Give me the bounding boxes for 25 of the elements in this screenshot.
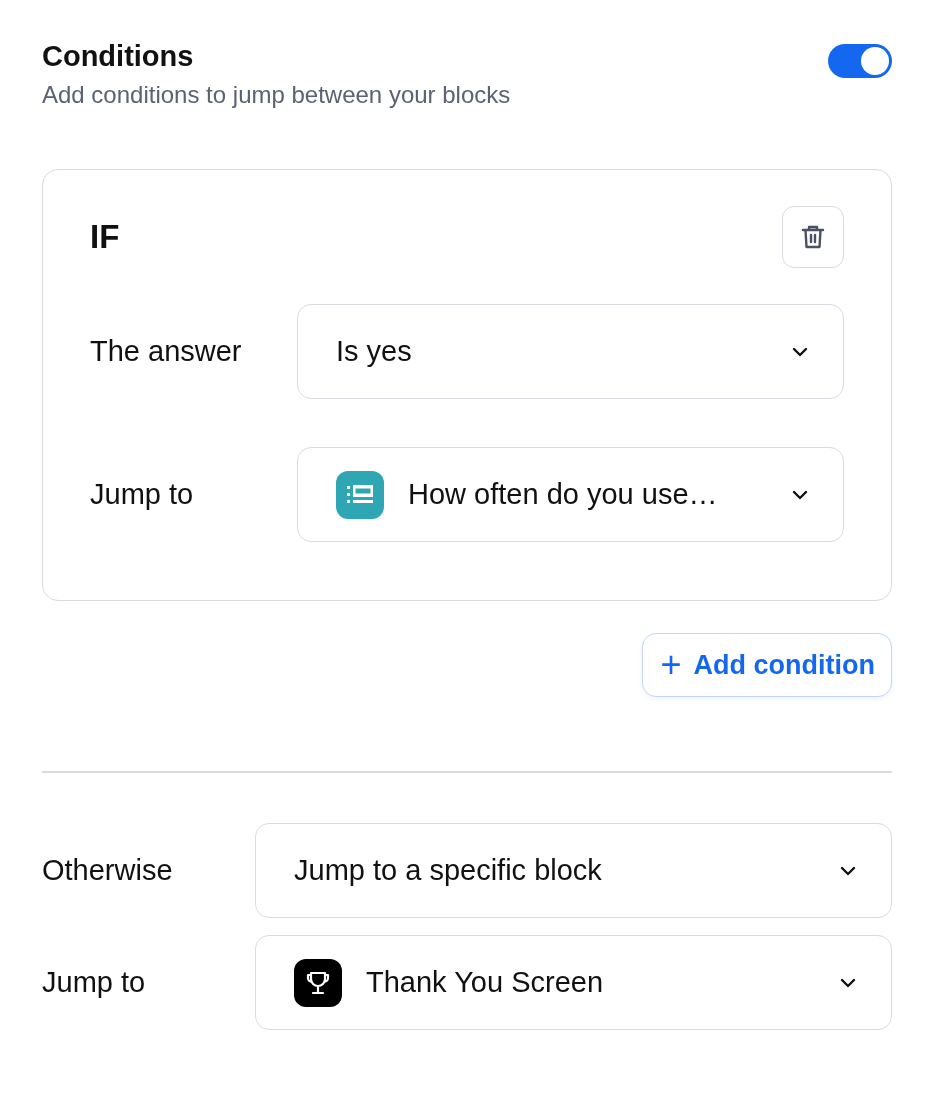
dropdown[interactable]: Jump to a specific block xyxy=(255,823,892,918)
chevron-down-icon xyxy=(791,488,809,501)
trophy-icon xyxy=(294,958,342,1007)
section-subtitle: Add conditions to jump between your blocks xyxy=(42,81,511,109)
add-condition-button[interactable]: + Add condition xyxy=(641,633,892,697)
field-label: Otherwise xyxy=(42,854,174,887)
dropdown[interactable]: How often do you use… xyxy=(297,447,844,542)
dropdown-value: Jump to a specific block xyxy=(294,854,603,887)
condition-heading: IF xyxy=(90,218,120,256)
field-label: Jump to xyxy=(90,478,195,511)
chevron-down-icon xyxy=(839,864,857,877)
toggle-switch[interactable] xyxy=(828,44,892,78)
trash-icon xyxy=(801,224,825,250)
list-icon xyxy=(336,470,384,519)
field-label: Jump to xyxy=(42,966,147,999)
dropdown-value: How often do you use… xyxy=(408,478,719,511)
delete-button[interactable] xyxy=(782,206,844,268)
chevron-down-icon xyxy=(839,976,857,989)
chevron-down-icon xyxy=(791,345,809,358)
dropdown[interactable]: Is yes xyxy=(297,304,844,399)
dropdown-value: Thank You Screen xyxy=(366,966,604,999)
dropdown-value: Is yes xyxy=(336,335,413,368)
section-title: Conditions xyxy=(42,40,195,73)
field-label: The answer xyxy=(90,335,243,368)
dropdown[interactable]: Thank You Screen xyxy=(255,935,892,1030)
